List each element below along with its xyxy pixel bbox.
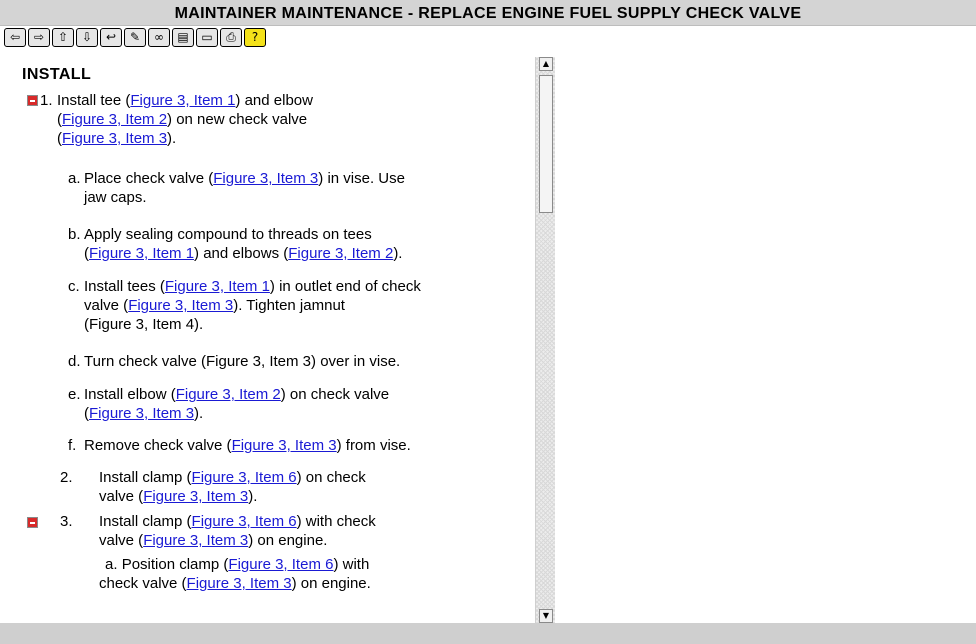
screen-icon[interactable]: ▤ <box>172 27 194 47</box>
back-arrow-icon[interactable]: ⇦ <box>4 27 26 47</box>
figure-link[interactable]: Figure 3, Item 3 <box>232 437 337 454</box>
figure-link[interactable]: Figure 3, Item 6 <box>192 469 297 486</box>
status-bar <box>0 623 976 644</box>
highlighter-icon[interactable]: ✎ <box>124 27 146 47</box>
substep-a: a. Place check valve (Figure 3, Item 3) … <box>68 170 405 206</box>
step-1: 1. Install tee (Figure 3, Item 1) and el… <box>40 92 313 147</box>
up-arrow-icon[interactable]: ⇧ <box>52 27 74 47</box>
scroll-down-icon[interactable]: ▼ <box>539 609 553 623</box>
substep-3a: a. Position clamp (Figure 3, Item 6) wit… <box>99 556 371 592</box>
section-heading: INSTALL <box>22 66 92 83</box>
figure-link[interactable]: Figure 3, Item 1 <box>165 278 270 295</box>
figure-link[interactable]: Figure 3, Item 3 <box>143 532 248 549</box>
substep-d: d. Turn check valve (Figure 3, Item 3) o… <box>68 353 401 370</box>
return-icon[interactable]: ↩ <box>100 27 122 47</box>
figure-link[interactable]: Figure 3, Item 2 <box>62 111 167 128</box>
scroll-up-icon[interactable]: ▲ <box>539 57 553 71</box>
figure-link[interactable]: Figure 3, Item 3 <box>128 297 233 314</box>
figure-link[interactable]: Figure 3, Item 1 <box>89 245 194 262</box>
substep-c: c. Install tees (Figure 3, Item 1) in ou… <box>68 278 421 333</box>
step-3: 3. Install clamp (Figure 3, Item 6) with… <box>60 513 376 549</box>
figure-link[interactable]: Figure 3, Item 1 <box>130 92 235 109</box>
figure-link[interactable]: Figure 3, Item 3 <box>62 130 167 147</box>
figure-link[interactable]: Figure 3, Item 2 <box>176 386 281 403</box>
help-icon[interactable]: ? <box>244 27 266 47</box>
down-arrow-icon[interactable]: ⇩ <box>76 27 98 47</box>
collapse-step-1-icon[interactable] <box>27 95 38 106</box>
scroll-thumb[interactable] <box>539 75 553 213</box>
forward-arrow-icon[interactable]: ⇨ <box>28 27 50 47</box>
window-title: MAINTAINER MAINTENANCE - REPLACE ENGINE … <box>0 0 976 26</box>
toolbar: ⇦ ⇨ ⇧ ⇩ ↩ ✎ ∞ ▤ ▭ ⎙ ? <box>4 26 266 48</box>
step-2: 2. Install clamp (Figure 3, Item 6) on c… <box>60 469 366 505</box>
collapse-step-3-icon[interactable] <box>27 517 38 528</box>
print-icon[interactable]: ⎙ <box>220 27 242 47</box>
figure-link[interactable]: Figure 3, Item 3 <box>143 488 248 505</box>
substep-e: e. Install elbow (Figure 3, Item 2) on c… <box>68 386 390 422</box>
figure-link[interactable]: Figure 3, Item 3 <box>89 405 194 422</box>
figure-link[interactable]: Figure 3, Item 6 <box>228 556 333 573</box>
procedure-content: INSTALL 1. Install tee (Figure 3, Item 1… <box>8 57 527 623</box>
substep-f: f. Remove check valve (Figure 3, Item 3)… <box>68 437 411 454</box>
substep-b: b. Apply sealing compound to threads on … <box>68 226 403 262</box>
procedure-panel: INSTALL 1. Install tee (Figure 3, Item 1… <box>8 57 555 623</box>
binoculars-icon[interactable]: ∞ <box>148 27 170 47</box>
folder-icon[interactable]: ▭ <box>196 27 218 47</box>
vertical-scrollbar[interactable]: ▲ ▼ <box>535 57 555 623</box>
figure-link[interactable]: Figure 3, Item 6 <box>192 513 297 530</box>
figure-link[interactable]: Figure 3, Item 3 <box>187 575 292 592</box>
figure-link[interactable]: Figure 3, Item 3 <box>213 170 318 187</box>
step-1-number: 1. <box>40 92 53 109</box>
figure-link[interactable]: Figure 3, Item 2 <box>288 245 393 262</box>
